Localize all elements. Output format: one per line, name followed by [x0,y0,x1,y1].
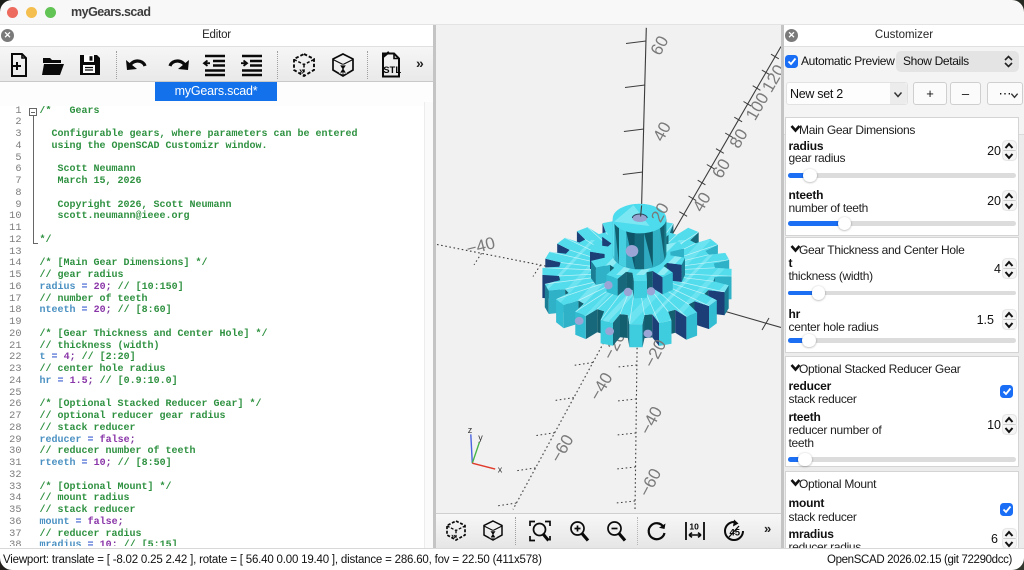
svg-text:10: 10 [689,522,699,532]
svg-text:100: 100 [742,89,773,123]
svg-text:120: 120 [758,61,781,95]
svg-text:−60: −60 [635,465,665,499]
svg-text:40: 40 [649,119,675,145]
svg-text:40: 40 [689,189,715,215]
svg-text:y: y [478,433,483,443]
svg-text:80: 80 [726,126,752,152]
svg-text:z: z [468,425,473,435]
svg-text:45: 45 [730,528,741,539]
svg-text:−40: −40 [636,403,666,437]
svg-text:−60: −60 [547,431,578,465]
svg-text:−40: −40 [586,369,617,403]
svg-text:60: 60 [647,33,673,59]
svg-text:STL: STL [383,65,401,76]
svg-text:»: » [451,531,456,541]
svg-text:x: x [498,465,503,475]
svg-text:60: 60 [708,156,734,182]
svg-text:»: » [299,66,305,77]
